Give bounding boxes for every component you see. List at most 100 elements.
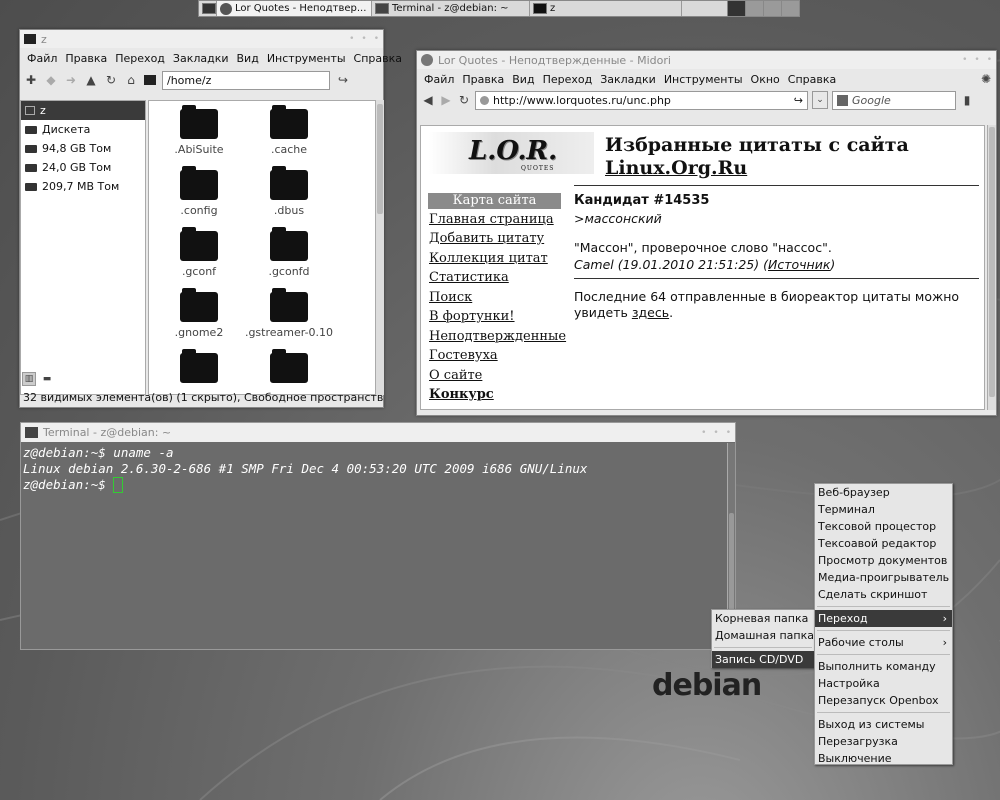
close-icon[interactable]: • — [726, 428, 731, 438]
menu-go[interactable]: Переход — [111, 52, 169, 65]
nav-link-fortunes[interactable]: В фортунки! — [429, 309, 515, 324]
file-item[interactable]: .gstreamer-0.10 — [244, 288, 334, 339]
menu-go[interactable]: Переход — [539, 73, 597, 86]
browser-titlebar[interactable]: Lor Quotes - Неподтвержденные - Midori •… — [417, 51, 996, 69]
file-view-scrollbar[interactable] — [375, 100, 384, 395]
here-link[interactable]: здесь — [632, 305, 669, 320]
sidebar-item-volume-1[interactable]: 94,8 GB Том — [21, 139, 145, 158]
terminal-titlebar[interactable]: Terminal - z@debian: ~ • • • — [21, 423, 735, 442]
forward-icon[interactable]: ▶ — [439, 93, 453, 107]
menu-help[interactable]: Справка — [350, 52, 406, 65]
file-item[interactable]: .gconfd — [244, 227, 334, 278]
source-link[interactable]: Источник — [768, 257, 830, 272]
taskbar-task-terminal[interactable]: Terminal - z@debian: ~ — [372, 1, 530, 16]
site-logo[interactable]: L.O.R. QUOTES — [429, 132, 594, 174]
menu-item-text-editor[interactable]: Тексоавой редактор — [815, 535, 952, 552]
file-item[interactable]: .cache — [244, 105, 334, 156]
nav-link-home[interactable]: Главная страница — [429, 212, 554, 227]
file-manager-titlebar[interactable]: z • • • — [20, 30, 383, 48]
sidebar-item-volume-3[interactable]: 209,7 MB Том — [21, 177, 145, 196]
pager-desktop-3[interactable] — [763, 1, 781, 16]
menu-item-run-command[interactable]: Выполнить команду — [815, 658, 952, 675]
menu-item-home-folder[interactable]: Домашная папка — [712, 627, 814, 644]
menu-bookmarks[interactable]: Закладки — [596, 73, 660, 86]
close-icon[interactable]: • — [374, 34, 379, 44]
menu-file[interactable]: Файл — [420, 73, 458, 86]
menu-item-word-processor[interactable]: Тексовой процестор — [815, 518, 952, 535]
go-icon[interactable]: ↪ — [336, 73, 350, 87]
taskbar-task-browser[interactable]: Lor Quotes - Неподтвер... — [217, 1, 372, 16]
nav-link-add[interactable]: Добавить цитату — [429, 231, 544, 246]
maximize-icon[interactable]: • — [713, 428, 718, 438]
folder-icon[interactable] — [144, 75, 156, 85]
menu-file[interactable]: Файл — [23, 52, 61, 65]
url-field[interactable]: http://www.lorquotes.ru/unc.php ↪ — [475, 90, 808, 110]
new-tab-icon[interactable]: ✚ — [24, 73, 38, 87]
menu-item-desktops[interactable]: Рабочие столы › — [815, 634, 952, 651]
pager-desktop-4[interactable] — [781, 1, 799, 16]
minimize-icon[interactable]: • — [962, 55, 967, 65]
search-input[interactable]: Google — [832, 90, 956, 110]
shortcuts-icon[interactable]: ▥ — [22, 372, 36, 386]
menu-item-settings[interactable]: Настройка — [815, 675, 952, 692]
menu-help[interactable]: Справка — [784, 73, 840, 86]
menu-item-reboot[interactable]: Перезагрузка — [815, 733, 952, 750]
home-icon[interactable]: ⌂ — [124, 73, 138, 87]
forward-icon[interactable]: ➜ — [64, 73, 78, 87]
menu-item-media-player[interactable]: Медиа-проигрыватель — [815, 569, 952, 586]
file-item[interactable]: .AbiSuite — [154, 105, 244, 156]
menu-edit[interactable]: Правка — [61, 52, 111, 65]
reload-icon[interactable]: ↻ — [457, 93, 471, 107]
menu-item-web-browser[interactable]: Веб-браузер — [815, 484, 952, 501]
reload-icon[interactable]: ↻ — [104, 73, 118, 87]
back-icon[interactable]: ◆ — [44, 73, 58, 87]
menu-item-root-folder[interactable]: Корневая папка — [712, 610, 814, 627]
menu-view[interactable]: Вид — [233, 52, 263, 65]
taskbar-desktop-button[interactable] — [199, 1, 217, 16]
location-input[interactable]: /home/z — [162, 70, 330, 90]
menu-bookmarks[interactable]: Закладки — [169, 52, 233, 65]
sidebar-item-volume-2[interactable]: 24,0 GB Том — [21, 158, 145, 177]
nav-link-about[interactable]: О сайте — [429, 368, 482, 383]
up-icon[interactable]: ▲ — [84, 73, 98, 87]
menu-item-shutdown[interactable]: Выключение — [815, 750, 952, 767]
pager-desktop-1[interactable] — [727, 1, 745, 16]
pager-desktop-2[interactable] — [745, 1, 763, 16]
menu-item-burn-cd[interactable]: Запись CD/DVD — [712, 651, 814, 668]
file-item[interactable] — [244, 349, 334, 387]
terminal-output[interactable]: z@debian:~$ uname -a Linux debian 2.6.30-… — [23, 445, 587, 493]
sidebar-item-home[interactable]: z — [21, 101, 145, 120]
maximize-icon[interactable]: • — [361, 34, 366, 44]
nav-link-unconfirmed[interactable]: Неподтвержденные — [429, 329, 566, 344]
trash-icon[interactable]: ▮ — [960, 93, 974, 107]
menu-item-logout[interactable]: Выход из системы — [815, 716, 952, 733]
file-item[interactable]: .config — [154, 166, 244, 217]
nav-link-guestbook[interactable]: Гостевуха — [429, 348, 498, 363]
menu-item-screenshot[interactable]: Сделать скриншот — [815, 586, 952, 603]
nav-link-contest[interactable]: Конкурс — [429, 387, 494, 402]
menu-edit[interactable]: Правка — [458, 73, 508, 86]
chevron-down-icon[interactable]: ⌄ — [812, 91, 828, 109]
nav-link-stats[interactable]: Статистика — [429, 270, 509, 285]
menu-tools[interactable]: Инструменты — [263, 52, 350, 65]
minimize-icon[interactable]: • — [349, 34, 354, 44]
nav-link-search[interactable]: Поиск — [429, 290, 472, 305]
menu-item-goto[interactable]: Переход › — [815, 610, 952, 627]
menu-item-restart-openbox[interactable]: Перезапуск Openbox — [815, 692, 952, 709]
back-icon[interactable]: ◀ — [421, 93, 435, 107]
file-item[interactable]: .gconf — [154, 227, 244, 278]
maximize-icon[interactable]: • — [974, 55, 979, 65]
file-item[interactable] — [154, 349, 244, 387]
file-item[interactable]: .dbus — [244, 166, 334, 217]
sidebar-item-floppy[interactable]: Дискета — [21, 120, 145, 139]
taskbar-task-files[interactable]: z — [530, 1, 682, 16]
minimize-icon[interactable]: • — [701, 428, 706, 438]
close-icon[interactable]: • — [987, 55, 992, 65]
menu-item-document-viewer[interactable]: Просмотр документов — [815, 552, 952, 569]
menu-item-terminal[interactable]: Терминал — [815, 501, 952, 518]
tree-icon[interactable]: ▬ — [40, 372, 54, 386]
page-title-line2[interactable]: Linux.Org.Ru — [605, 157, 909, 180]
menu-window[interactable]: Окно — [747, 73, 784, 86]
file-item[interactable]: .gnome2 — [154, 288, 244, 339]
rss-icon[interactable]: ↪ — [794, 94, 803, 107]
